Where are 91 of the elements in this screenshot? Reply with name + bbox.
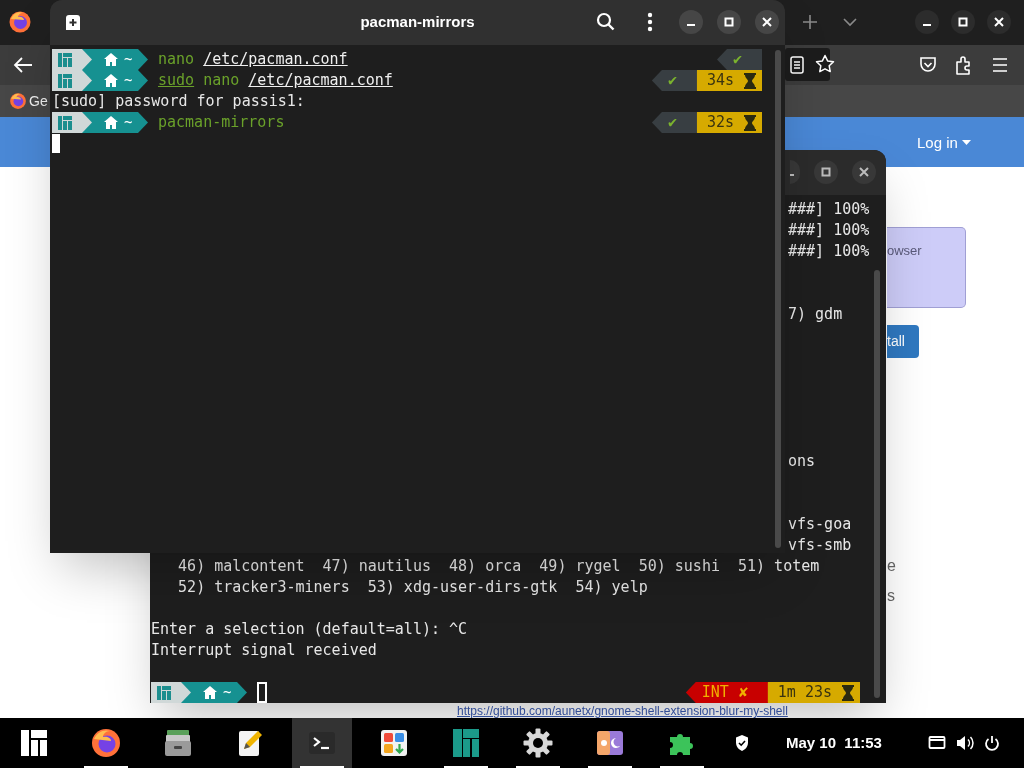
- text-cursor: [52, 134, 60, 153]
- close-button[interactable]: [987, 10, 1011, 34]
- repo-link[interactable]: https://github.com/aunetx/gnome-shell-extension-blur-my-shell: [457, 704, 788, 718]
- taskbar-button[interactable]: [292, 718, 352, 768]
- logo-icon: [58, 73, 72, 88]
- terminal-line: ons: [787, 451, 816, 472]
- menu-icon[interactable]: [990, 55, 1010, 75]
- login-link[interactable]: Log in: [917, 132, 971, 155]
- path-text: ~: [124, 71, 133, 90]
- browser-icon: [9, 92, 27, 110]
- terminal-line: vfs-smb: [787, 535, 852, 556]
- output-line: [sudo] password for passis1:: [52, 91, 306, 112]
- home-icon: [104, 74, 118, 87]
- new-tab-icon[interactable]: [64, 14, 82, 31]
- star-icon[interactable]: [815, 54, 835, 74]
- duration-text: 34s: [706, 70, 734, 91]
- path-text: ~: [124, 113, 133, 132]
- terminal-line: ###] 100%: [787, 241, 870, 262]
- home-icon: [203, 686, 217, 699]
- search-icon[interactable]: [595, 11, 617, 33]
- status-segment: ✔: [651, 112, 697, 133]
- terminal-line: Enter a selection (default=all): ^C: [150, 619, 468, 640]
- duration-text: 32s: [706, 112, 734, 133]
- status-segment: ✔: [651, 70, 697, 91]
- file-cabinet-icon: [162, 727, 194, 759]
- terminal-line: ###] 100%: [787, 199, 870, 220]
- settings-icon: [522, 727, 554, 759]
- command-text: nano /etc/pacman.conf: [158, 49, 348, 70]
- notice-text: owser: [887, 243, 922, 258]
- close-icon: [762, 17, 772, 27]
- text-cursor: [257, 682, 267, 703]
- minimize-icon: [687, 24, 695, 26]
- status-segment: ✔: [717, 49, 762, 70]
- maximize-button[interactable]: [814, 160, 838, 184]
- path-text: ~: [223, 683, 232, 702]
- duration-text: 1m 23s: [777, 682, 832, 703]
- window-title: pacman-mirrors: [360, 12, 475, 33]
- terminal-line: 52) tracker3-miners 53) xdg-user-dirs-gtk 54) yelp: [177, 577, 648, 598]
- maximize-icon: [724, 17, 734, 27]
- terminal-line: vfs-goa: [787, 514, 852, 535]
- terminal-line: ###] 100%: [787, 220, 870, 241]
- shield-icon[interactable]: [734, 734, 750, 752]
- minimize-icon: [923, 24, 931, 26]
- app-grid-icon: [378, 727, 410, 759]
- hourglass-icon: [744, 114, 756, 131]
- maximize-icon: [821, 167, 831, 177]
- terminal-line: 7) gdm: [787, 304, 843, 325]
- status-segment: INT ✘: [685, 682, 768, 703]
- install-button[interactable]: tall: [887, 325, 919, 358]
- minimize-button[interactable]: [790, 160, 800, 184]
- home-icon: [104, 116, 118, 129]
- maximize-icon: [958, 17, 968, 27]
- terminal-line: 46) malcontent 47) nautilus 48) orca 49) rygel 50) sushi 51) totem: [177, 556, 820, 577]
- page-text: e: [887, 556, 896, 576]
- scrollbar[interactable]: [775, 50, 781, 548]
- home-icon: [104, 53, 118, 66]
- browser-icon: [90, 727, 122, 759]
- path-text: ~: [124, 50, 133, 69]
- minimize-icon: [790, 174, 794, 176]
- url-bar[interactable]: [785, 48, 830, 81]
- hourglass-icon: [744, 72, 756, 89]
- minimize-button[interactable]: [915, 10, 939, 34]
- caret-icon: [961, 140, 971, 147]
- logo-icon: [157, 685, 171, 700]
- back-arrow-icon[interactable]: [12, 55, 34, 75]
- logo-icon: [58, 115, 72, 130]
- screen-icon[interactable]: [927, 735, 946, 751]
- close-icon: [859, 167, 869, 177]
- browser-icon: [8, 10, 32, 34]
- command-text: pacman-mirrors: [158, 112, 285, 133]
- maximize-button[interactable]: [717, 10, 741, 34]
- power-icon[interactable]: [983, 735, 1000, 751]
- maximize-button[interactable]: [951, 10, 975, 34]
- close-icon: [994, 17, 1004, 27]
- tab-title[interactable]: Ge: [29, 90, 48, 112]
- logo-icon: [58, 52, 72, 67]
- close-button[interactable]: [755, 10, 779, 34]
- logo-icon: [450, 727, 482, 759]
- volume-icon[interactable]: [955, 735, 974, 751]
- menu-logo-icon: [18, 727, 50, 759]
- clock[interactable]: May 10 11:53: [786, 731, 882, 755]
- terminal-line: Interrupt signal received: [150, 640, 377, 661]
- hourglass-icon: [842, 684, 854, 701]
- pocket-icon[interactable]: [918, 55, 938, 75]
- scrollbar[interactable]: [874, 270, 880, 698]
- reader-view-icon[interactable]: [789, 55, 805, 74]
- command-text: sudo nano /etc/pacman.conf: [158, 70, 393, 91]
- close-button[interactable]: [852, 160, 876, 184]
- more-options-icon[interactable]: [647, 11, 653, 33]
- page-text: s: [887, 586, 895, 606]
- minimize-button[interactable]: [679, 10, 703, 34]
